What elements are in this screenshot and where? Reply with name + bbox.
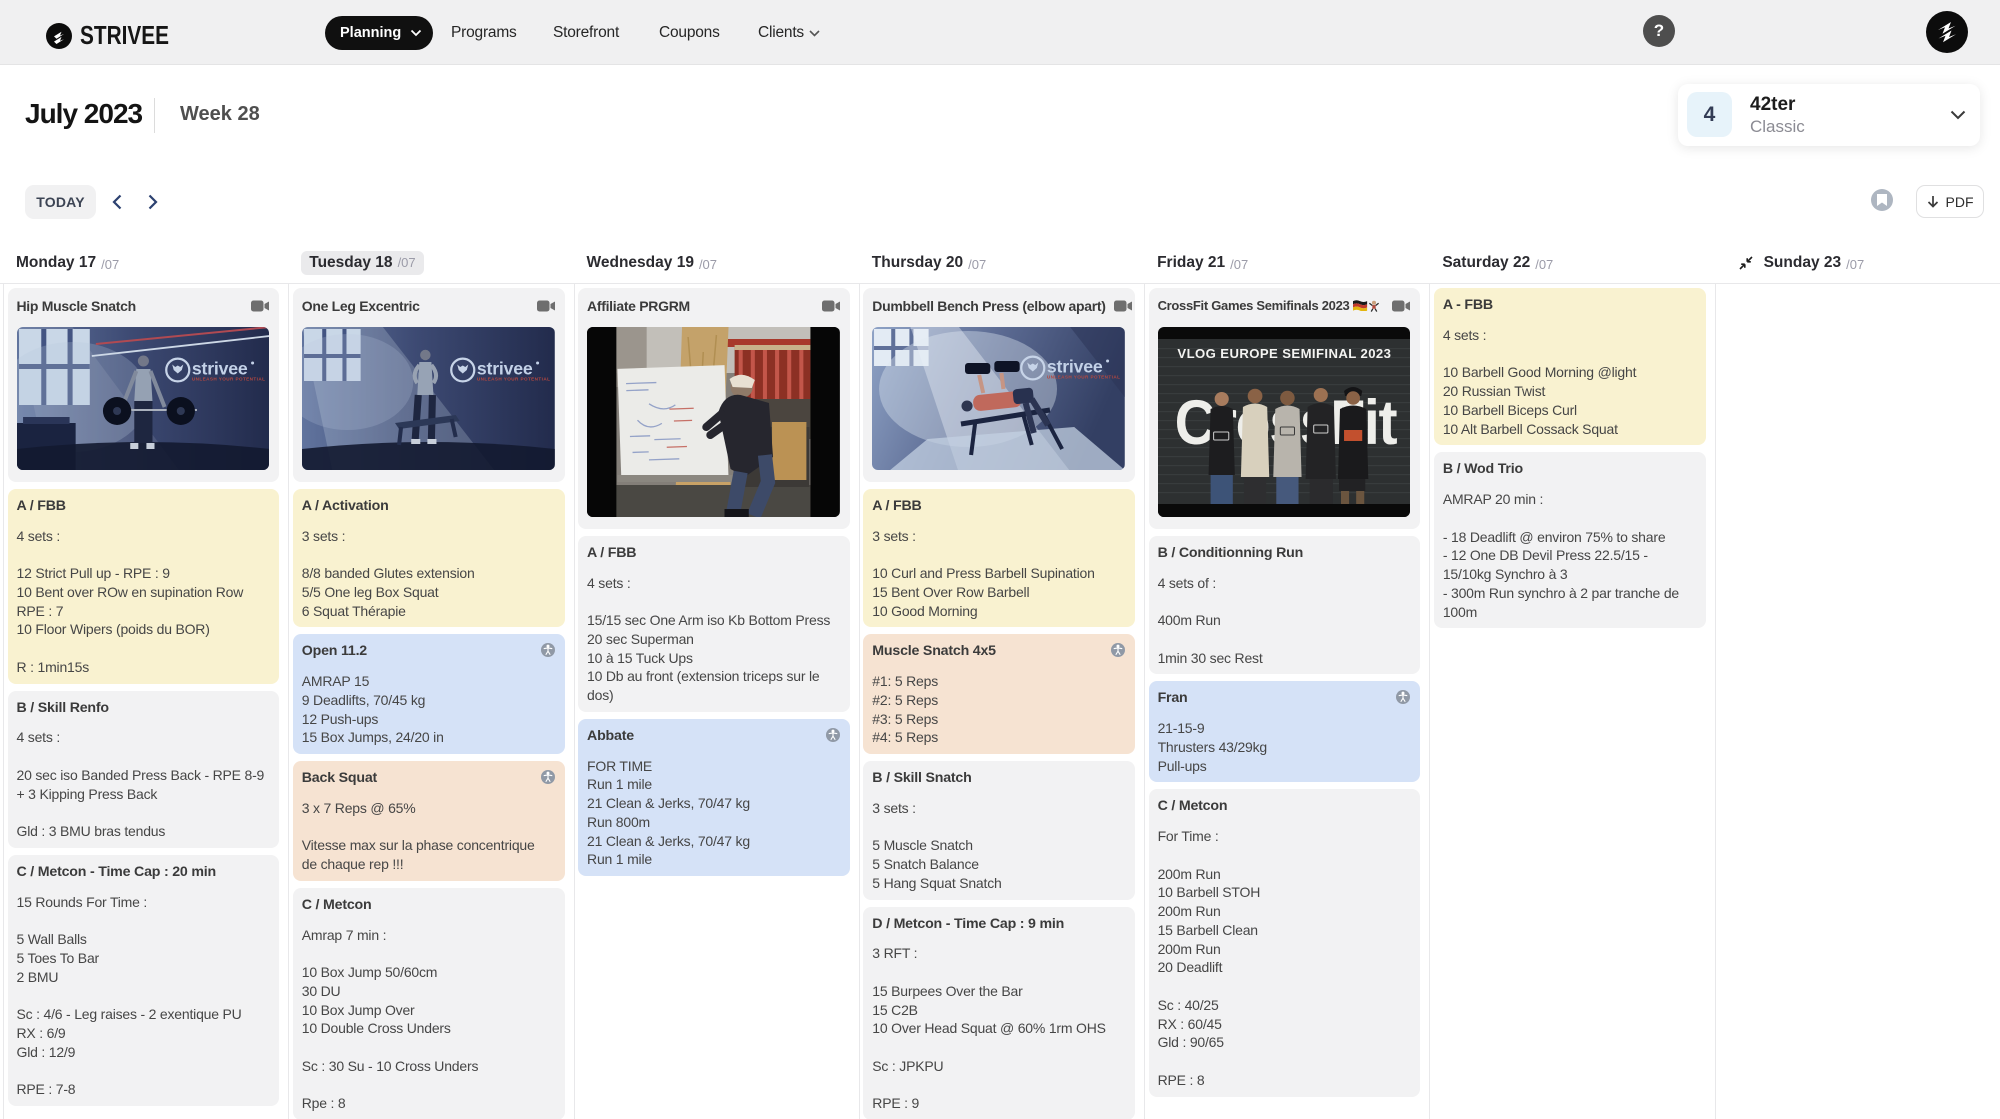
svg-text:VLOG EUROPE SEMIFINAL 2023: VLOG EUROPE SEMIFINAL 2023	[1177, 346, 1391, 361]
